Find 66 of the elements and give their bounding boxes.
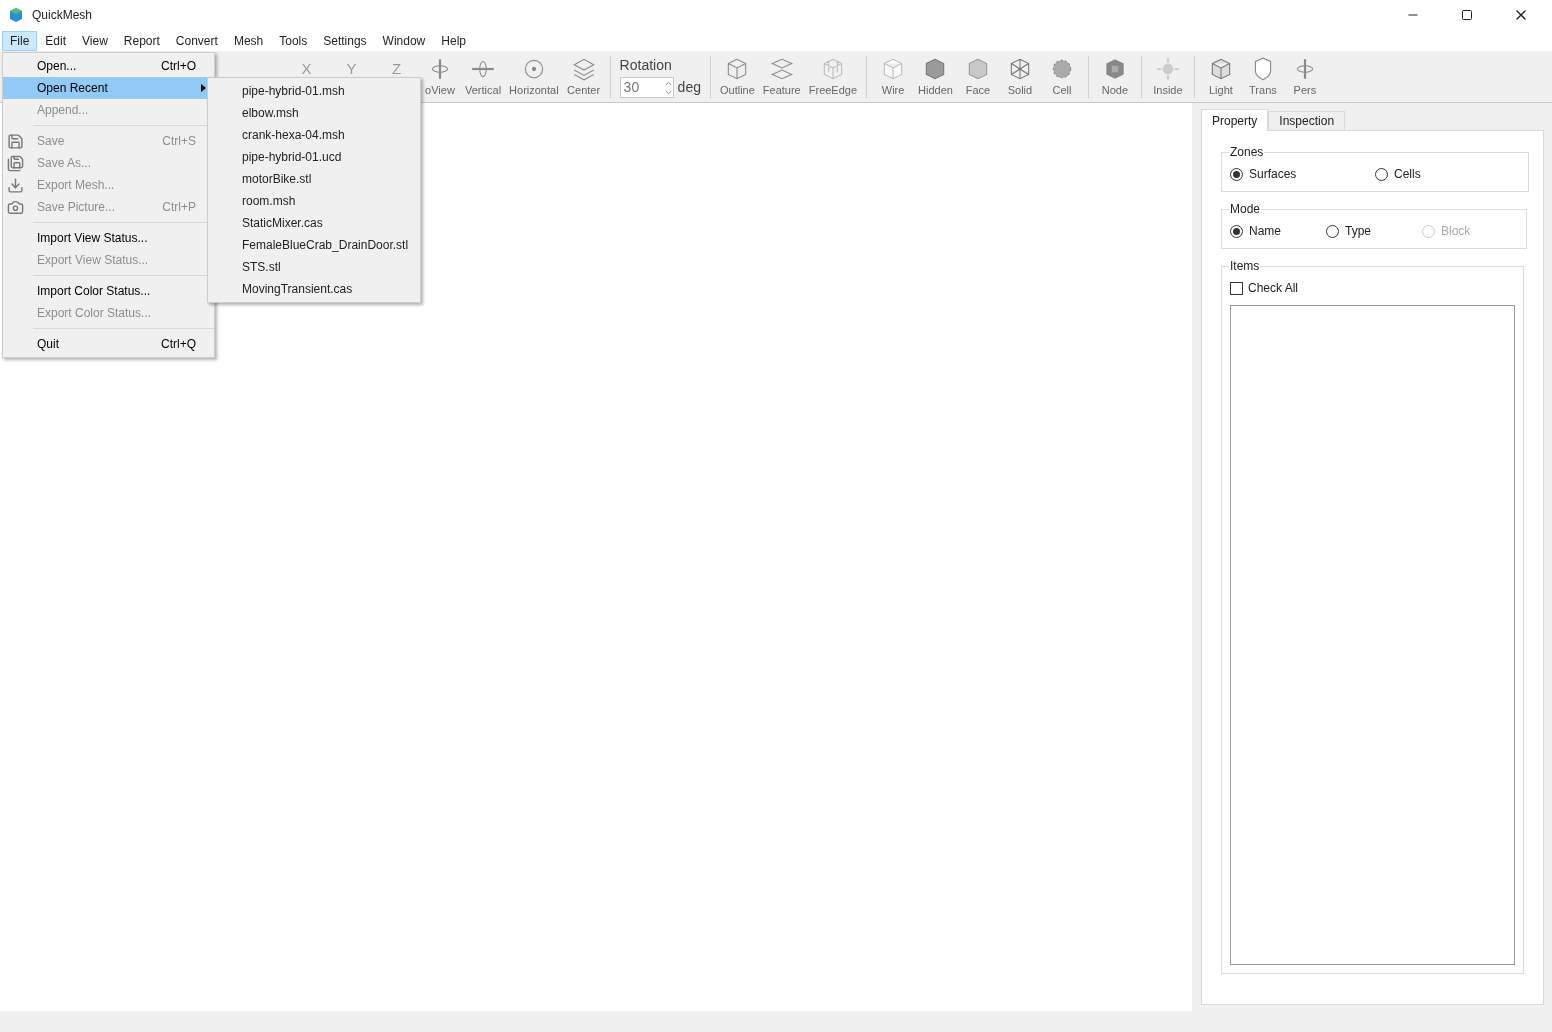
menu-item[interactable]: Edit: [37, 30, 75, 51]
menu-entry[interactable]: Quit Ctrl+Q: [3, 333, 214, 355]
radio-button[interactable]: [1230, 224, 1243, 238]
radio-option[interactable]: Surfaces: [1230, 165, 1375, 183]
submenu-arrow-icon: [201, 84, 206, 92]
toolbar-button[interactable]: Trans: [1241, 52, 1284, 101]
shortcut-label: Ctrl+Q: [161, 336, 196, 353]
toolbar-button[interactable]: Node: [1093, 52, 1136, 101]
group-title: Zones: [1229, 144, 1265, 161]
toolbar-button[interactable]: Feature: [758, 52, 805, 101]
menu-item[interactable]: View: [74, 30, 116, 51]
radio-option[interactable]: Name: [1230, 222, 1326, 240]
toolbar-button[interactable]: Cell: [1040, 52, 1083, 101]
menu-item[interactable]: Help: [433, 30, 474, 51]
toolbar-button[interactable]: Face: [956, 52, 999, 101]
toolbar-button[interactable]: Outline: [715, 52, 759, 101]
toolbar-icon: [570, 56, 597, 82]
toolbar-button[interactable]: Vertical: [461, 52, 506, 101]
radio-option[interactable]: Type: [1326, 222, 1422, 240]
shortcut-label: Ctrl+O: [161, 58, 196, 75]
toolbar-button[interactable]: Inside: [1146, 52, 1189, 101]
window-title: QuickMesh: [32, 7, 93, 24]
group-title: Items: [1229, 258, 1261, 275]
recent-file-entry[interactable]: MovingTransient.cas: [208, 278, 420, 300]
menu-item[interactable]: File: [2, 30, 38, 51]
toolbar-icon: [1154, 56, 1181, 82]
menu-icon: [7, 176, 24, 194]
check-all-option[interactable]: Check All: [1230, 279, 1515, 297]
radio-option[interactable]: Cells: [1375, 165, 1520, 183]
toolbar-button[interactable]: Solid: [998, 52, 1041, 101]
menu-item[interactable]: Settings: [315, 30, 375, 51]
toolbar-button[interactable]: Horizontal: [505, 52, 563, 101]
panel-tab[interactable]: Inspection: [1268, 111, 1346, 130]
toolbar-button[interactable]: oView: [419, 52, 461, 101]
app-logo-icon: [8, 7, 24, 23]
radio-button[interactable]: [1230, 167, 1243, 181]
menu-entry[interactable]: Open... Ctrl+O: [3, 55, 214, 77]
toolbar-button[interactable]: Pers: [1283, 52, 1326, 101]
rotation-spinbox[interactable]: 30: [619, 77, 674, 98]
radio-button[interactable]: [1326, 224, 1339, 238]
toolbar-button[interactable]: Wire: [872, 52, 915, 101]
menu-item[interactable]: Convert: [167, 30, 226, 51]
menu-icon: [7, 132, 24, 150]
toolbar-button[interactable]: FreeEdge: [804, 52, 862, 101]
recent-file-entry[interactable]: STS.stl: [208, 256, 420, 278]
menu-icon: [7, 154, 24, 172]
shortcut-label: Ctrl+P: [162, 199, 196, 216]
recent-file-entry[interactable]: elbow.msh: [208, 102, 420, 124]
toolbar-button[interactable]: Light: [1199, 52, 1242, 101]
checkbox[interactable]: [1230, 281, 1243, 295]
toolbar-button[interactable]: Hidden: [914, 52, 957, 101]
menu-icon: [7, 198, 24, 216]
toolbar-button[interactable]: Center: [562, 52, 605, 101]
maximize-icon: [1461, 9, 1473, 21]
menu-item[interactable]: Window: [374, 30, 434, 51]
radio-button[interactable]: [1375, 167, 1388, 181]
rotation-label: Rotation: [619, 56, 673, 75]
toolbar-icon: [768, 56, 795, 82]
shortcut-label: Ctrl+S: [162, 133, 196, 150]
menu-item[interactable]: Report: [115, 30, 168, 51]
menu-item[interactable]: Tools: [271, 30, 316, 51]
panel-tab[interactable]: Property: [1201, 109, 1269, 131]
group-title: Mode: [1229, 201, 1262, 218]
recent-file-entry[interactable]: FemaleBlueCrab_DrainDoor.stl: [208, 234, 420, 256]
menu-item[interactable]: Mesh: [225, 30, 272, 51]
rotation-unit: deg: [677, 78, 701, 97]
